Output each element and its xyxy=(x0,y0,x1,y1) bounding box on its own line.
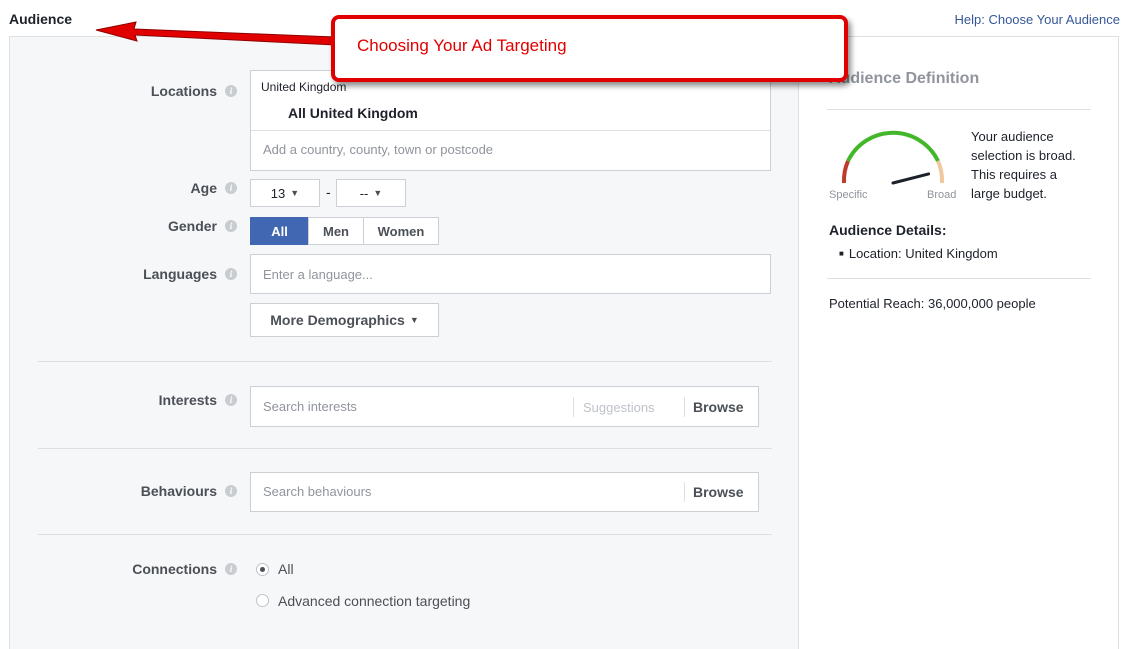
languages-input[interactable]: Enter a language... xyxy=(250,254,771,294)
location-search-input[interactable]: Add a country, county, town or postcode xyxy=(263,142,493,157)
section-title: Audience xyxy=(9,11,73,27)
age-max-select[interactable]: -- ▼ xyxy=(336,179,406,207)
connections-info-icon[interactable]: i xyxy=(225,563,237,575)
targeting-form-panel: Locations i United Kingdom All United Ki… xyxy=(9,36,799,649)
behaviours-input[interactable]: Search behaviours Browse xyxy=(250,472,759,512)
gender-all-button[interactable]: All xyxy=(250,217,309,245)
chevron-down-icon: ▼ xyxy=(373,188,383,198)
languages-info-icon[interactable]: i xyxy=(225,268,237,280)
definition-divider xyxy=(827,109,1091,110)
more-demographics-button[interactable]: More Demographics ▼ xyxy=(250,303,439,337)
gauge-broad-arc xyxy=(936,160,945,184)
gender-women-button[interactable]: Women xyxy=(363,217,439,245)
audience-details-title: Audience Details: xyxy=(829,222,947,238)
annotation-arrow-icon xyxy=(95,21,336,46)
connections-label: Connections xyxy=(132,561,217,577)
audience-breadth-message: Your audience selection is broad. This r… xyxy=(971,129,1076,201)
annotation-callout-text: Choosing Your Ad Targeting xyxy=(357,36,567,55)
gender-info-icon[interactable]: i xyxy=(225,220,237,232)
behaviours-browse-button[interactable]: Browse xyxy=(693,484,744,500)
behaviours-label: Behaviours xyxy=(140,483,217,499)
audience-detail-item: ■ Location: United Kingdom xyxy=(839,246,998,261)
input-separator xyxy=(684,397,685,417)
interests-info-icon[interactable]: i xyxy=(225,394,237,406)
gauge-specific-label: Specific xyxy=(829,189,868,201)
audience-gauge xyxy=(841,130,945,185)
locations-info-icon[interactable]: i xyxy=(225,85,237,97)
input-separator xyxy=(573,397,574,417)
selected-location: All United Kingdom xyxy=(288,105,418,121)
chevron-down-icon: ▼ xyxy=(290,188,300,198)
connections-all-label[interactable]: All xyxy=(278,561,294,577)
chevron-down-icon: ▼ xyxy=(409,315,419,325)
gender-label: Gender xyxy=(167,218,217,234)
locations-label: Locations xyxy=(150,83,217,99)
age-info-icon[interactable]: i xyxy=(225,182,237,194)
gauge-middle-arc xyxy=(846,130,940,162)
locations-divider xyxy=(251,130,770,131)
behaviours-placeholder: Search behaviours xyxy=(263,484,372,499)
interests-browse-button[interactable]: Browse xyxy=(693,399,744,415)
gauge-broad-label: Broad xyxy=(927,189,957,201)
connections-advanced-radio[interactable] xyxy=(256,594,269,607)
interests-label: Interests xyxy=(158,392,217,408)
section-divider xyxy=(38,534,772,535)
location-chip-header: United Kingdom xyxy=(261,80,347,94)
languages-placeholder: Enter a language... xyxy=(263,267,373,282)
languages-label: Languages xyxy=(143,266,217,282)
potential-reach: Potential Reach: 36,000,000 people xyxy=(829,296,1036,311)
annotation-callout: Choosing Your Ad Targeting xyxy=(331,15,848,82)
connections-all-radio[interactable] xyxy=(256,563,269,576)
age-separator: - xyxy=(326,184,331,200)
gender-men-button[interactable]: Men xyxy=(308,217,364,245)
definition-divider xyxy=(827,278,1091,279)
gauge-specific-arc xyxy=(841,160,850,184)
age-min-select[interactable]: 13 ▼ xyxy=(250,179,320,207)
connections-advanced-label[interactable]: Advanced connection targeting xyxy=(278,593,470,609)
behaviours-info-icon[interactable]: i xyxy=(225,485,237,497)
help-link[interactable]: Help: Choose Your Audience xyxy=(954,12,1120,27)
definition-title: Audience Definition xyxy=(829,70,980,87)
bullet-icon: ■ xyxy=(839,249,844,258)
gauge-needle xyxy=(891,172,931,185)
locations-box: United Kingdom All United Kingdom Add a … xyxy=(250,70,771,171)
section-divider xyxy=(38,361,772,362)
suggestions-button[interactable]: Suggestions xyxy=(583,400,655,415)
input-separator xyxy=(684,482,685,502)
audience-definition-panel: Audience Definition Specific Broad Your … xyxy=(799,36,1119,649)
interests-placeholder: Search interests xyxy=(263,399,357,414)
section-divider xyxy=(38,448,772,449)
interests-input[interactable]: Search interests Suggestions Browse xyxy=(250,386,759,427)
age-label: Age xyxy=(190,180,217,196)
